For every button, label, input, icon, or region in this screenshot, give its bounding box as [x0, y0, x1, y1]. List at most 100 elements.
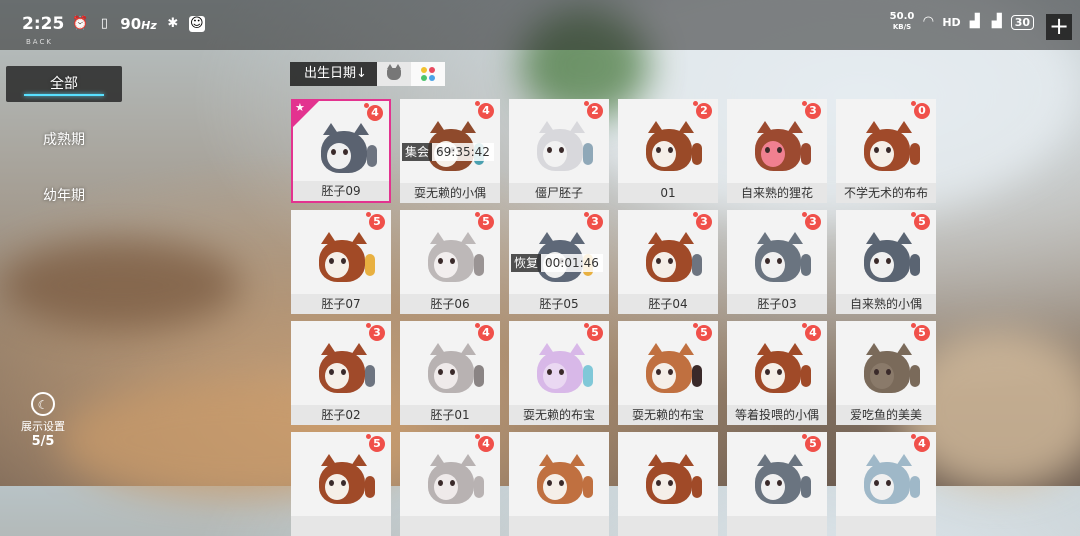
filter-color-button[interactable]	[410, 62, 445, 86]
pet-card[interactable]: 4	[836, 432, 936, 536]
menu-item-all[interactable]: 全部	[6, 66, 122, 102]
pet-card[interactable]: 2 01	[618, 99, 718, 203]
cat-eye-right	[450, 480, 455, 486]
cat-portrait	[531, 343, 593, 397]
pet-card[interactable]: 3 胚子03	[727, 210, 827, 314]
color-dot	[420, 67, 427, 73]
pet-card[interactable]: 5 爱吃鱼的美美	[836, 321, 936, 425]
cat-tail	[474, 254, 484, 276]
pet-card[interactable]: 0 不学无术的布布	[836, 99, 936, 203]
pet-card[interactable]: 3 胚子02	[291, 321, 391, 425]
count-badge: 5	[693, 323, 712, 341]
cat-portrait	[858, 343, 920, 397]
pet-name: 僵尸胚子	[509, 183, 609, 203]
count-badge: 4	[475, 323, 494, 341]
timer-value: 69:35:42	[432, 143, 494, 161]
pet-card[interactable]	[618, 432, 718, 536]
cat-eye-left	[874, 369, 879, 375]
pet-name: 不学无术的布布	[836, 183, 936, 203]
cat-portrait	[640, 232, 702, 286]
cat-face	[652, 141, 676, 167]
cat-portrait	[640, 343, 702, 397]
pet-card[interactable]: 5 耍无赖的布宝	[509, 321, 609, 425]
pet-card[interactable]: 5 胚子06	[400, 210, 500, 314]
pet-name: 胚子04	[618, 294, 718, 314]
cat-eye-right	[886, 480, 891, 486]
cat-eye-left	[765, 480, 770, 486]
network-speed-unit: KB/S	[892, 23, 912, 31]
status-bar: 2:25 ⏰ ▯ 90Hz ✱ ☺ 50.0 KB/S ◠ HD ▟ ▟ 30 …	[0, 0, 1080, 50]
count-badge: 4	[475, 434, 494, 452]
pet-card[interactable]: 5 胚子07	[291, 210, 391, 314]
sort-by-birthdate-button[interactable]: 出生日期↓	[290, 62, 377, 86]
cat-eye-right	[886, 369, 891, 375]
cat-tail	[474, 365, 484, 387]
pet-card[interactable]: ★ 4 胚子09	[291, 99, 391, 203]
pet-card[interactable]: 4 胚子01	[400, 321, 500, 425]
cat-portrait	[422, 454, 484, 508]
cat-portrait	[313, 454, 375, 508]
pet-card[interactable]	[509, 432, 609, 536]
pet-card[interactable]: 5	[727, 432, 827, 536]
menu-item-mature[interactable]: 成熟期	[6, 122, 122, 158]
pet-card[interactable]: 3 胚子04	[618, 210, 718, 314]
qq-icon: ☺	[188, 16, 205, 32]
display-settings-button[interactable]: ☾ 展示设置 5/5	[14, 392, 72, 449]
pet-card[interactable]: 4	[400, 432, 500, 536]
cat-portrait	[749, 343, 811, 397]
color-dot	[428, 67, 435, 73]
pet-card[interactable]: 3 恢复 00:01:46 胚子05	[509, 210, 609, 314]
add-button[interactable]: +	[1046, 14, 1072, 40]
count-badge: 5	[475, 212, 494, 230]
cat-eye-left	[656, 480, 661, 486]
cat-face	[434, 363, 458, 389]
cat-portrait	[313, 343, 375, 397]
cat-eye-left	[765, 258, 770, 264]
cat-tail	[801, 143, 811, 165]
cat-tail	[474, 476, 484, 498]
cat-eye-right	[668, 258, 673, 264]
cat-eye-right	[777, 147, 782, 153]
cat-tail	[583, 365, 593, 387]
sort-filter-bar: 出生日期↓	[290, 62, 445, 86]
cat-tail	[367, 145, 377, 167]
cat-tail	[801, 254, 811, 276]
cat-portrait	[531, 121, 593, 175]
display-settings-icon: ☾	[31, 392, 55, 416]
cat-portrait	[315, 123, 377, 177]
count-badge: 5	[911, 323, 930, 341]
pet-card[interactable]: 5 自来熟的小偶	[836, 210, 936, 314]
pet-card[interactable]: 3 自来熟的狸花	[727, 99, 827, 203]
count-badge: 4	[802, 323, 821, 341]
menu-item-juvenile[interactable]: 幼年期	[6, 178, 122, 214]
signal-5g-icon-2: ▟	[991, 14, 1002, 29]
count-badge: 2	[584, 101, 603, 119]
display-settings-label: 展示设置	[21, 420, 65, 433]
display-settings-count: 5/5	[31, 434, 55, 449]
cat-eye-right	[777, 369, 782, 375]
count-badge: 5	[366, 212, 385, 230]
cat-eye-left	[329, 480, 334, 486]
pet-name: 胚子05	[509, 294, 609, 314]
wifi-icon: ◠	[923, 14, 934, 29]
cat-tail	[910, 476, 920, 498]
pet-name: 耍无赖的布宝	[618, 405, 718, 425]
pet-card[interactable]: 2 僵尸胚子	[509, 99, 609, 203]
pet-card[interactable]: 5	[291, 432, 391, 536]
pet-card[interactable]: 4 等着投喂的小偶	[727, 321, 827, 425]
pet-name: 等着投喂的小偶	[727, 405, 827, 425]
count-badge: 3	[693, 212, 712, 230]
cat-portrait	[640, 121, 702, 175]
cat-eye-left	[438, 258, 443, 264]
network-speed: 50.0 KB/S	[889, 11, 915, 32]
count-badge: 3	[802, 101, 821, 119]
pet-name	[400, 516, 500, 536]
back-label[interactable]: BACK	[26, 38, 53, 46]
pet-name: 自来熟的小偶	[836, 294, 936, 314]
cat-tail	[910, 365, 920, 387]
pet-card[interactable]: 5 耍无赖的布宝	[618, 321, 718, 425]
filter-cat-button[interactable]	[376, 62, 411, 86]
cat-eye-left	[547, 147, 552, 153]
pet-card[interactable]: 4 集会 69:35:42 耍无赖的小偶	[400, 99, 500, 203]
pet-name: 胚子02	[291, 405, 391, 425]
